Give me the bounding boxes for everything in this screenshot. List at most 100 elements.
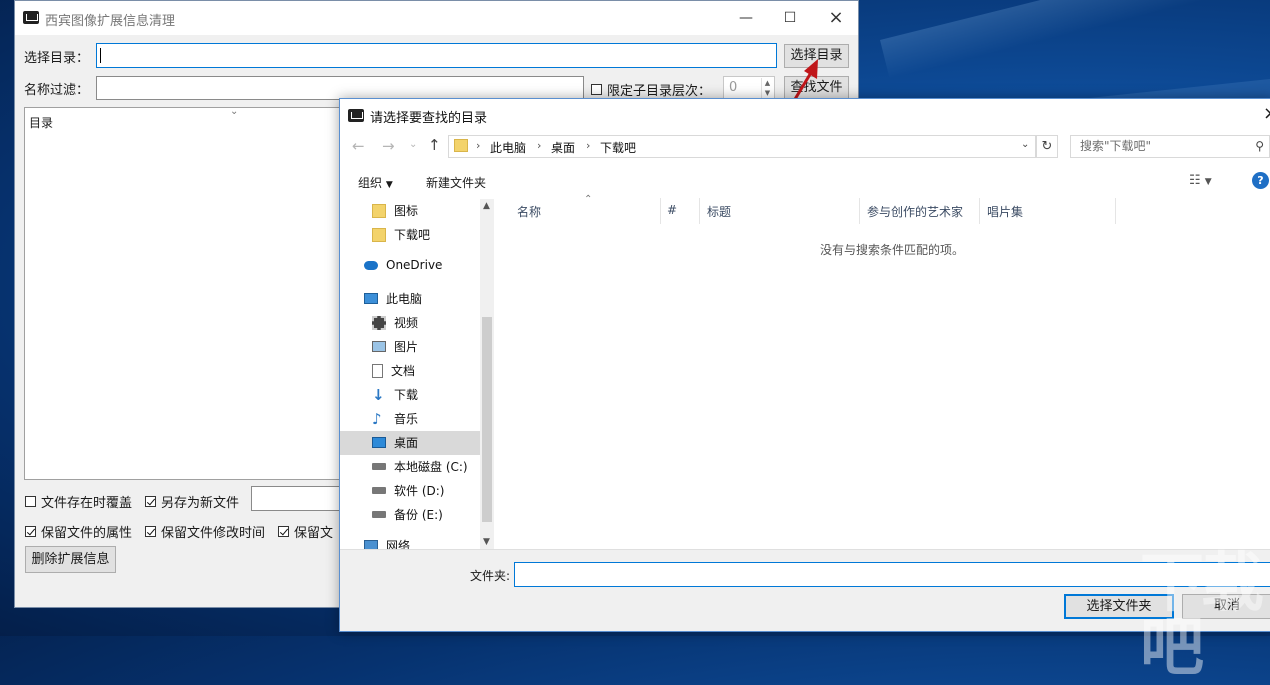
picture-icon [372, 341, 386, 352]
title-bar: 西宾图像扩展信息清理 — ☐ × [15, 1, 858, 35]
nav-item-label: 备份 (E:) [394, 508, 443, 522]
new-folder-button[interactable]: 新建文件夹 [426, 174, 486, 191]
desktop-icon [372, 437, 386, 448]
nav-item-drive-e[interactable]: 备份 (E:) [372, 506, 443, 523]
nav-scrollbar[interactable]: ▲ ▼ [480, 199, 494, 551]
nav-item-label: 音乐 [394, 412, 419, 426]
nav-item-label: 下载吧 [394, 228, 431, 242]
close-icon[interactable]: × [823, 7, 849, 29]
nav-item-pictures[interactable]: 图片 [372, 338, 418, 355]
nav-item-documents[interactable]: 文档 [372, 362, 415, 379]
overwrite-checkbox[interactable]: 文件存在时覆盖 [25, 492, 132, 511]
list-header-dir: 目录 [29, 116, 54, 130]
nav-item-music[interactable]: ♪ 音乐 [372, 410, 418, 427]
nav-item-label: 软件 (D:) [394, 484, 445, 498]
column-header-name[interactable]: 名称 [517, 203, 541, 220]
column-divider [979, 198, 980, 224]
nav-item-xiazaiba[interactable]: 下载吧 [372, 226, 430, 243]
checkbox-icon [591, 84, 602, 95]
checkbox-checked-icon [25, 526, 36, 537]
nav-item-drive-c[interactable]: 本地磁盘 (C:) [372, 458, 468, 475]
breadcrumb-xiazaiba[interactable]: 下载吧 [600, 139, 636, 156]
save-as-new-checkbox[interactable]: 另存为新文件 [145, 492, 239, 511]
address-dropdown-icon[interactable]: ⌄ [1021, 139, 1029, 150]
folder-label: 文件夹: [470, 569, 511, 583]
nav-item-label: 图标 [394, 204, 419, 218]
keep-mtime-label: 保留文件修改时间 [161, 526, 266, 541]
dialog-title: 请选择要查找的目录 [370, 111, 488, 126]
select-dir-label: 选择目录： [24, 51, 90, 66]
text-cursor [100, 48, 101, 63]
recent-dropdown-icon[interactable]: ⌄ [409, 139, 417, 150]
nav-item-downloads[interactable]: ↓ 下载 [372, 386, 418, 403]
download-icon: ↓ [372, 385, 385, 404]
column-header-artist[interactable]: 参与创作的艺术家 [867, 203, 963, 220]
select-dir-input[interactable] [96, 43, 777, 68]
nav-item-drive-d[interactable]: 软件 (D:) [372, 482, 444, 499]
nav-item-label: 文档 [391, 364, 416, 378]
limit-depth-checkbox[interactable]: 限定子目录层次： [591, 80, 711, 99]
address-bar[interactable]: › 此电脑 › 桌面 › 下载吧 ⌄ [448, 135, 1036, 158]
nav-item-label: OneDrive [386, 258, 443, 272]
maximize-icon[interactable]: ☐ [777, 7, 803, 29]
name-filter-input[interactable] [96, 76, 584, 100]
window-title: 西宾图像扩展信息清理 [45, 14, 176, 29]
keep-mtime-checkbox[interactable]: 保留文件修改时间 [145, 522, 265, 541]
drive-icon [372, 487, 386, 494]
folder-icon [454, 139, 468, 152]
nav-item-label: 桌面 [394, 436, 419, 450]
column-divider [699, 198, 700, 224]
breadcrumb-this-pc[interactable]: 此电脑 [490, 139, 526, 156]
column-divider [660, 198, 661, 224]
nav-item-this-pc[interactable]: 此电脑 [364, 290, 422, 307]
folder-icon [372, 227, 386, 242]
minimize-icon[interactable]: — [733, 7, 759, 29]
drive-icon [372, 463, 386, 470]
nav-item-desktop[interactable]: 桌面 [372, 434, 418, 451]
organize-label: 组织 [358, 176, 383, 190]
scroll-thumb[interactable] [482, 317, 492, 522]
watermark-logo: 下载吧 [1140, 547, 1264, 685]
app-icon [23, 11, 39, 24]
navigation-pane: 图标 下载吧 OneDrive 此电脑 视频 图片 文档 ↓ 下载 ♪ 音乐 桌… [340, 199, 480, 553]
breadcrumb-separator-icon: › [476, 139, 481, 152]
organize-menu[interactable]: 组织 ▼ [358, 174, 393, 191]
scroll-up-icon[interactable]: ▲ [483, 201, 490, 211]
forward-arrow-icon[interactable]: → [382, 137, 395, 155]
breadcrumb-desktop[interactable]: 桌面 [551, 139, 575, 156]
nav-item-icons[interactable]: 图标 [372, 202, 418, 219]
keep-attr-checkbox[interactable]: 保留文件的属性 [25, 522, 132, 541]
nav-item-videos[interactable]: 视频 [372, 314, 418, 331]
cloud-icon [364, 260, 378, 270]
limit-depth-label: 限定子目录层次： [607, 84, 712, 99]
scroll-down-icon[interactable]: ▼ [483, 537, 490, 547]
search-icon: ⚲ [1255, 139, 1264, 153]
empty-message: 没有与搜索条件匹配的项。 [820, 243, 965, 257]
refresh-icon[interactable]: ↻ [1036, 135, 1058, 158]
dialog-close-icon[interactable]: × [1263, 103, 1270, 124]
search-input[interactable]: 搜索"下载吧" ⚲ [1070, 135, 1270, 158]
keep-more-checkbox[interactable]: 保留文 [278, 522, 333, 541]
delete-ext-info-button[interactable]: 删除扩展信息 [25, 546, 116, 573]
chevron-down-icon: ▼ [385, 180, 393, 190]
column-header-number[interactable]: # [667, 203, 677, 217]
keep-attr-label: 保留文件的属性 [41, 526, 133, 541]
music-icon: ♪ [372, 409, 382, 428]
help-icon[interactable]: ? [1252, 172, 1269, 189]
up-arrow-icon[interactable]: ↑ [428, 136, 441, 154]
search-placeholder: 搜索"下载吧" [1080, 139, 1152, 153]
checkbox-checked-icon [278, 526, 289, 537]
column-header-title[interactable]: 标题 [707, 203, 731, 220]
view-options-icon[interactable]: ☷ ▼ [1189, 173, 1212, 188]
overwrite-label: 文件存在时覆盖 [41, 496, 133, 511]
breadcrumb-separator-icon: › [586, 139, 591, 152]
column-header-album[interactable]: 唱片集 [987, 203, 1023, 220]
checkbox-checked-icon [145, 496, 156, 507]
nav-item-onedrive[interactable]: OneDrive [364, 258, 442, 272]
back-arrow-icon[interactable]: ← [352, 137, 365, 155]
dialog-footer: 文件夹: 选择文件夹 取消 [340, 549, 1270, 631]
column-divider [859, 198, 860, 224]
keep-more-label: 保留文 [294, 526, 334, 541]
folder-picker-dialog: 请选择要查找的目录 × ← → ⌄ ↑ › 此电脑 › 桌面 › 下载吧 ⌄ ↻… [339, 98, 1270, 632]
new-file-suffix-input[interactable] [251, 486, 351, 511]
